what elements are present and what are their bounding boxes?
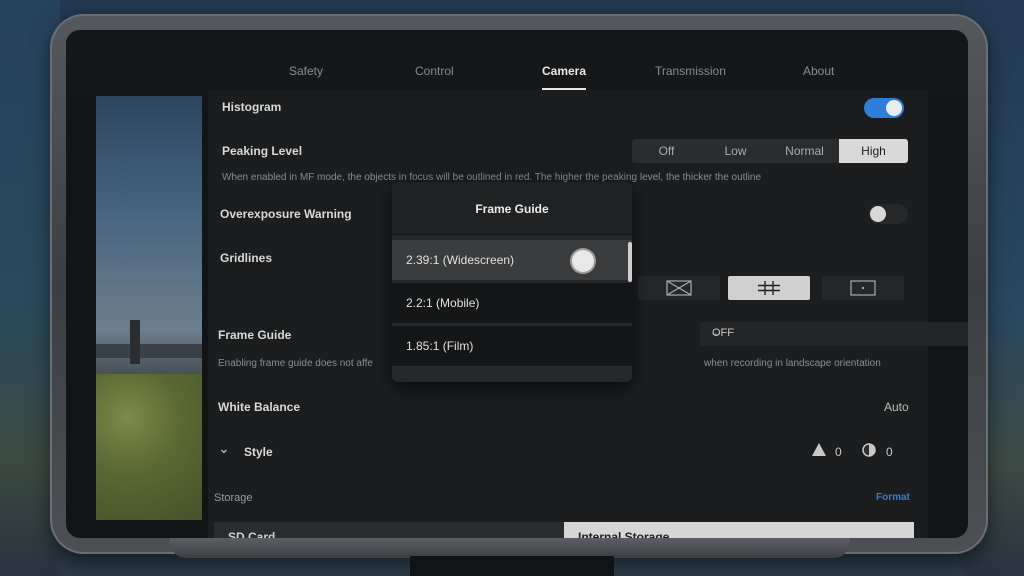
storage-label: Storage — [214, 492, 253, 504]
internal-storage-label: Internal Storage — [578, 530, 670, 538]
preview-shoreline — [96, 344, 202, 358]
chevron-down-icon: ⌄ — [712, 325, 723, 339]
tab-control[interactable]: Control — [415, 64, 454, 78]
frame-guide-option-widescreen[interactable]: 2.39:1 (Widescreen) — [392, 240, 632, 280]
gridlines-label: Gridlines — [220, 251, 273, 265]
frame-guide-option-mobile[interactable]: 2.2:1 (Mobile) — [392, 283, 632, 323]
sharpness-value: 0 — [835, 445, 842, 459]
white-balance-label: White Balance — [218, 400, 301, 414]
format-link[interactable]: Format — [876, 492, 910, 503]
option-label: 1.85:1 (Film) — [406, 339, 474, 353]
sd-card-label: SD Card — [228, 530, 276, 538]
contrast-icon — [862, 443, 876, 462]
frame-guide-dialog: Frame Guide 2.39:1 (Widescreen) 2.2:1 (M… — [392, 182, 632, 382]
peaking-option-low[interactable]: Low — [701, 139, 770, 163]
settings-tab-bar: Safety Control Camera Transmission About — [66, 30, 968, 96]
controller-frame-bottom — [170, 538, 850, 558]
camera-preview — [96, 96, 202, 520]
preview-foreground — [96, 374, 202, 520]
toggle-knob — [886, 100, 902, 116]
gridlines-diagonal-icon — [666, 280, 692, 296]
frame-guide-description-right: when recording in landscape orientation — [704, 358, 881, 369]
histogram-label: Histogram — [222, 100, 282, 114]
histogram-toggle[interactable] — [864, 98, 904, 118]
controller-stand — [410, 556, 614, 576]
gridlines-center-icon — [850, 280, 876, 296]
tab-transmission[interactable]: Transmission — [655, 64, 726, 78]
selected-radio-icon — [572, 250, 594, 272]
frame-guide-dialog-title: Frame Guide — [392, 182, 632, 235]
preview-post — [130, 320, 140, 364]
frame-guide-description-left: Enabling frame guide does not affe — [218, 358, 373, 369]
peaking-option-high[interactable]: High — [839, 139, 908, 163]
white-balance-value[interactable]: Auto — [884, 400, 909, 414]
overexposure-warning-label: Overexposure Warning — [220, 207, 352, 221]
toggle-knob — [870, 206, 886, 222]
peaking-option-normal[interactable]: Normal — [770, 139, 839, 163]
option-label: 2.39:1 (Widescreen) — [406, 253, 515, 267]
chevron-down-icon[interactable]: ⌄ — [218, 440, 230, 457]
tab-about[interactable]: About — [803, 64, 834, 78]
contrast-value: 0 — [886, 445, 893, 459]
storage-option-internal[interactable]: Internal Storage — [564, 522, 914, 538]
gridlines-option-center[interactable] — [822, 276, 904, 300]
tab-camera[interactable]: Camera — [542, 64, 586, 78]
sharpness-icon — [812, 443, 826, 461]
gridlines-option-diagonal[interactable] — [638, 276, 720, 300]
frame-guide-select[interactable]: OFF ⌄ — [700, 322, 968, 346]
peaking-option-off[interactable]: Off — [632, 139, 701, 163]
frame-guide-option-film[interactable]: 1.85:1 (Film) — [392, 326, 632, 366]
overexposure-warning-toggle[interactable] — [868, 204, 908, 224]
storage-option-sd-card[interactable]: SD Card — [214, 522, 564, 538]
peaking-level-label: Peaking Level — [222, 144, 303, 158]
style-label[interactable]: Style — [244, 445, 273, 459]
gridlines-option-grid[interactable] — [728, 276, 810, 300]
dialog-scrollbar[interactable] — [628, 242, 632, 282]
controller-screen: Safety Control Camera Transmission About… — [66, 30, 968, 538]
gridlines-grid-icon — [758, 281, 780, 295]
frame-guide-label: Frame Guide — [218, 328, 292, 342]
peaking-level-selector: Off Low Normal High — [632, 139, 908, 163]
tab-safety[interactable]: Safety — [289, 64, 323, 78]
option-label: 2.2:1 (Mobile) — [406, 296, 480, 310]
